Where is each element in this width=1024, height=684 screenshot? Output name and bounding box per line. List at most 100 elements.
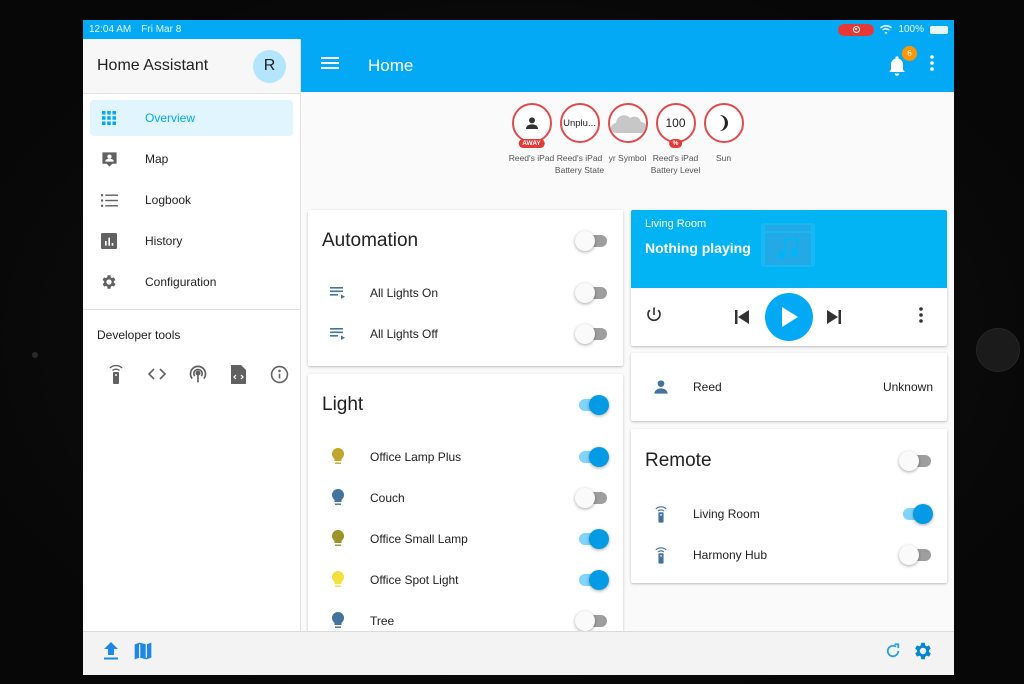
refresh-icon[interactable] <box>884 642 902 665</box>
sidebar-item-overview[interactable]: Overview <box>90 100 293 136</box>
card-header: Automation <box>308 210 623 272</box>
sidebar-item-logbook[interactable]: Logbook <box>90 182 293 218</box>
upload-icon[interactable] <box>103 642 119 665</box>
remote-row[interactable]: Harmony Hub <box>631 534 947 575</box>
sidebar-item-label: Logbook <box>145 193 192 207</box>
remote-icon[interactable] <box>95 362 136 386</box>
next-track-icon[interactable] <box>827 310 841 329</box>
device-home-button[interactable] <box>976 328 1020 372</box>
badge-circle <box>607 103 648 143</box>
battery-percent: 100% <box>898 24 924 35</box>
info-icon[interactable] <box>259 362 300 386</box>
card-title: Light <box>322 394 364 415</box>
light-card: Light Office Lamp Plus Couch Office Smal… <box>308 374 623 644</box>
badge-yr-symbol[interactable]: yr Symbol <box>607 103 648 176</box>
automation-row[interactable]: All Lights On <box>308 272 623 313</box>
harmony-hub-toggle[interactable] <box>899 544 933 565</box>
remote-icon <box>651 505 671 523</box>
person-icon <box>525 117 538 129</box>
remote-card: Remote Living Room Harmony Hub <box>631 429 947 583</box>
lightbulb-icon <box>328 571 348 588</box>
badge-battery-state[interactable]: Unplu... Reed's iPad Battery State <box>555 103 604 176</box>
lightbulb-icon <box>328 530 348 547</box>
row-label: All Lights On <box>370 285 439 300</box>
remote-master-toggle[interactable] <box>899 451 933 471</box>
badge-reeds-ipad[interactable]: AWAY Reed's iPad <box>509 103 554 176</box>
badge-circle <box>703 103 744 143</box>
notifications-button[interactable]: 6 <box>886 45 917 77</box>
lightbulb-icon <box>328 612 348 629</box>
all-lights-on-toggle[interactable] <box>575 282 609 303</box>
badge-sun[interactable]: Sun <box>703 103 744 176</box>
row-label: Living Room <box>693 506 760 521</box>
person-row[interactable]: Reed Unknown <box>631 353 947 421</box>
lightbulb-icon <box>328 448 348 465</box>
lightbulb-icon <box>328 489 348 506</box>
sidebar-item-label: Map <box>145 152 169 166</box>
cloud-icon <box>610 115 646 133</box>
code-icon[interactable] <box>136 362 177 386</box>
user-avatar[interactable]: R <box>253 49 286 83</box>
light-row[interactable]: Office Small Lamp <box>308 518 623 559</box>
gear-icon <box>90 273 128 291</box>
page-title: Home <box>368 55 414 75</box>
file-code-icon[interactable] <box>218 362 259 386</box>
status-date: Fri Mar 8 <box>141 24 182 35</box>
broadcast-icon[interactable] <box>177 362 218 386</box>
light-row[interactable]: Office Lamp Plus <box>308 436 623 477</box>
sidebar-item-map[interactable]: Map <box>90 141 293 177</box>
sidebar: Home Assistant R Overview Map Logbook Hi… <box>83 39 301 631</box>
list-icon <box>90 193 128 208</box>
row-label: Harmony Hub <box>693 547 768 562</box>
previous-track-icon[interactable] <box>735 310 749 329</box>
status-bar: 12:04 AM Fri Mar 8 100% <box>83 20 954 39</box>
media-more-icon[interactable] <box>919 306 923 328</box>
map-icon[interactable] <box>133 641 153 666</box>
sidebar-item-label: Overview <box>145 111 196 125</box>
chart-icon <box>90 233 128 249</box>
card-header: Remote <box>631 429 947 493</box>
account-icon <box>651 379 671 395</box>
automation-row[interactable]: All Lights Off <box>308 313 623 354</box>
row-label: Couch <box>370 490 405 505</box>
app-title: Home Assistant <box>97 57 209 74</box>
light-row[interactable]: Office Spot Light <box>308 559 623 600</box>
power-icon[interactable] <box>645 306 663 329</box>
moon-icon <box>719 115 728 131</box>
sidebar-item-history[interactable]: History <box>90 223 293 259</box>
living-room-remote-toggle[interactable] <box>899 503 933 524</box>
automation-card: Automation All Lights On All Lights Off <box>308 210 623 366</box>
person-card: Reed Unknown <box>631 353 947 421</box>
couch-toggle[interactable] <box>575 487 609 508</box>
settings-gear-icon[interactable] <box>912 640 934 667</box>
remote-row[interactable]: Living Room <box>631 493 947 534</box>
card-title: Remote <box>645 450 712 471</box>
light-master-toggle[interactable] <box>575 395 609 415</box>
media-info[interactable]: Living Room Nothing playing <box>631 210 947 288</box>
person-name: Reed <box>693 380 722 394</box>
badge-tag: % <box>668 139 683 148</box>
status-time: 12:04 AM <box>89 24 132 35</box>
row-label: Office Small Lamp <box>370 531 468 546</box>
sidebar-item-configuration[interactable]: Configuration <box>90 264 293 300</box>
badge-label: Reed's iPad Battery Level <box>650 153 701 175</box>
office-spot-light-toggle[interactable] <box>575 569 609 590</box>
badge-battery-level[interactable]: 100 % Reed's iPad Battery Level <box>651 103 700 176</box>
grid-icon <box>90 110 128 126</box>
badge-circle: AWAY <box>511 103 552 148</box>
play-icon <box>782 307 798 327</box>
overflow-menu-icon[interactable] <box>930 55 934 76</box>
office-small-lamp-toggle[interactable] <box>575 528 609 549</box>
all-lights-off-toggle[interactable] <box>575 323 609 344</box>
sidebar-item-label: History <box>145 234 183 248</box>
automation-master-toggle[interactable] <box>575 231 609 251</box>
tree-toggle[interactable] <box>575 610 609 631</box>
card-title: Automation <box>322 230 419 251</box>
menu-icon[interactable] <box>321 56 339 75</box>
row-label: Office Lamp Plus <box>370 449 462 464</box>
badge-label: Reed's iPad <box>508 153 555 163</box>
app-screen: 12:04 AM Fri Mar 8 100% Home Assistant R… <box>83 20 954 675</box>
light-row[interactable]: Couch <box>308 477 623 518</box>
office-lamp-plus-toggle[interactable] <box>575 446 609 467</box>
play-button[interactable] <box>765 293 813 341</box>
